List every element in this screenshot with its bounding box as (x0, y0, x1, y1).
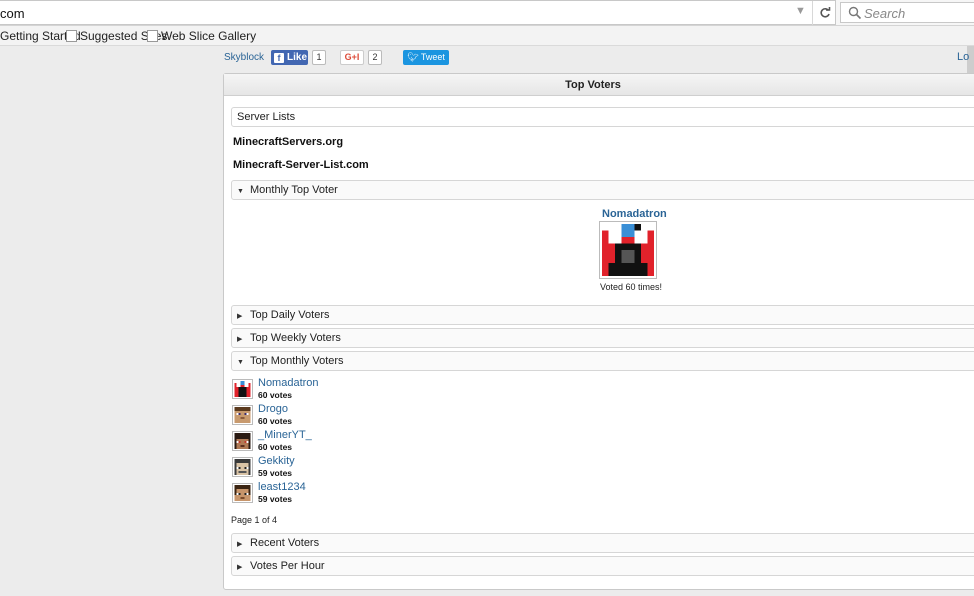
search-input[interactable]: Search (840, 2, 974, 23)
pagination-info: Page 1 of 4 (231, 515, 278, 525)
server-lists-label: Server Lists (237, 111, 296, 123)
login-link[interactable]: Lo (957, 51, 969, 63)
top-weekly-voters-toggle[interactable]: ▶ Top Weekly Voters (231, 328, 974, 348)
caret-right-icon: ▶ (237, 313, 243, 320)
top-daily-voters-toggle[interactable]: ▶ Top Daily Voters (231, 305, 974, 325)
dark-face-icon (234, 433, 251, 449)
refresh-button[interactable] (812, 1, 836, 25)
voter-avatar[interactable] (232, 483, 253, 503)
url-dropdown-icon[interactable]: ▼ (795, 5, 806, 17)
toggle-label: Top Weekly Voters (250, 332, 341, 344)
toggle-label: Votes Per Hour (250, 560, 325, 572)
bookmark-web-slice-gallery[interactable]: Web Slice Gallery (147, 29, 256, 43)
tweet-button[interactable]: 🐦︎ Tweet (403, 50, 449, 65)
brown-face-icon (234, 485, 251, 501)
facebook-like-button[interactable]: f Like (271, 50, 308, 65)
voter-name[interactable]: Drogo (258, 403, 288, 415)
caret-down-icon: ▼ (237, 359, 244, 366)
red-creature-icon (602, 224, 654, 276)
twitter-bird-icon: 🐦︎ (407, 52, 419, 62)
page-icon (66, 30, 77, 42)
top-voters-panel: Top Voters Server Lists MinecraftServers… (223, 73, 974, 590)
voter-votes: 60 votes (258, 416, 293, 426)
voter-votes: 59 votes (258, 468, 293, 478)
address-bar: com ▼ Search (0, 0, 974, 26)
bookmark-label: Web Slice Gallery (161, 29, 257, 43)
voter-votes: 60 votes (258, 442, 293, 452)
voter-avatar[interactable] (232, 457, 253, 477)
bookmarks-bar: Getting Started Suggested Sites Web Slic… (0, 26, 974, 46)
tan-face-icon (234, 407, 251, 423)
search-icon (848, 6, 862, 20)
voter-avatar[interactable] (232, 405, 253, 425)
caret-down-icon: ▼ (237, 188, 244, 195)
like-label: Like (287, 52, 308, 63)
toggle-label: Monthly Top Voter (250, 184, 338, 196)
facebook-icon: f (274, 53, 284, 63)
gplus-count: 2 (368, 50, 382, 65)
top-monthly-voters-toggle[interactable]: ▼ Top Monthly Voters (231, 351, 974, 371)
monthly-top-voter-name[interactable]: Nomadatron (602, 208, 667, 220)
voter-avatar[interactable] (232, 431, 253, 451)
voter-name[interactable]: _MinerYT_ (258, 429, 312, 441)
red-creature-icon (234, 381, 251, 397)
voter-avatar[interactable] (232, 379, 253, 399)
refresh-icon (819, 7, 830, 18)
server-link[interactable]: Minecraft-Server-List.com (233, 159, 369, 171)
toggle-label: Top Daily Voters (250, 309, 330, 321)
server-link[interactable]: MinecraftServers.org (233, 136, 343, 148)
caret-right-icon: ▶ (237, 336, 243, 343)
tweet-label: Tweet (420, 52, 445, 62)
monthly-top-voter-toggle[interactable]: ▼ Monthly Top Voter (231, 180, 974, 200)
page-icon (147, 30, 158, 42)
search-placeholder: Search (864, 6, 906, 21)
toggle-label: Top Monthly Voters (250, 355, 344, 367)
panel-title: Top Voters (224, 74, 974, 96)
url-text: com (0, 6, 25, 21)
breadcrumb-skyblock[interactable]: Skyblock (224, 52, 264, 63)
voter-votes: 59 votes (258, 494, 293, 504)
voter-name[interactable]: least1234 (258, 481, 306, 493)
voter-votes: 60 votes (258, 390, 293, 400)
grey-face-icon (234, 459, 251, 475)
monthly-top-voter-avatar[interactable] (599, 221, 657, 279)
voted-count-text: Voted 60 times! (600, 282, 663, 292)
url-field[interactable]: com ▼ (0, 0, 836, 25)
caret-right-icon: ▶ (237, 541, 243, 548)
google-plus-button[interactable]: G+I (340, 50, 364, 65)
like-count: 1 (312, 50, 326, 65)
server-lists-header[interactable]: Server Lists (231, 107, 974, 127)
caret-right-icon: ▶ (237, 564, 243, 571)
recent-voters-toggle[interactable]: ▶ Recent Voters (231, 533, 974, 553)
votes-per-hour-toggle[interactable]: ▶ Votes Per Hour (231, 556, 974, 576)
voter-name[interactable]: Nomadatron (258, 377, 319, 389)
toggle-label: Recent Voters (250, 537, 320, 549)
voter-name[interactable]: Gekkity (258, 455, 295, 467)
